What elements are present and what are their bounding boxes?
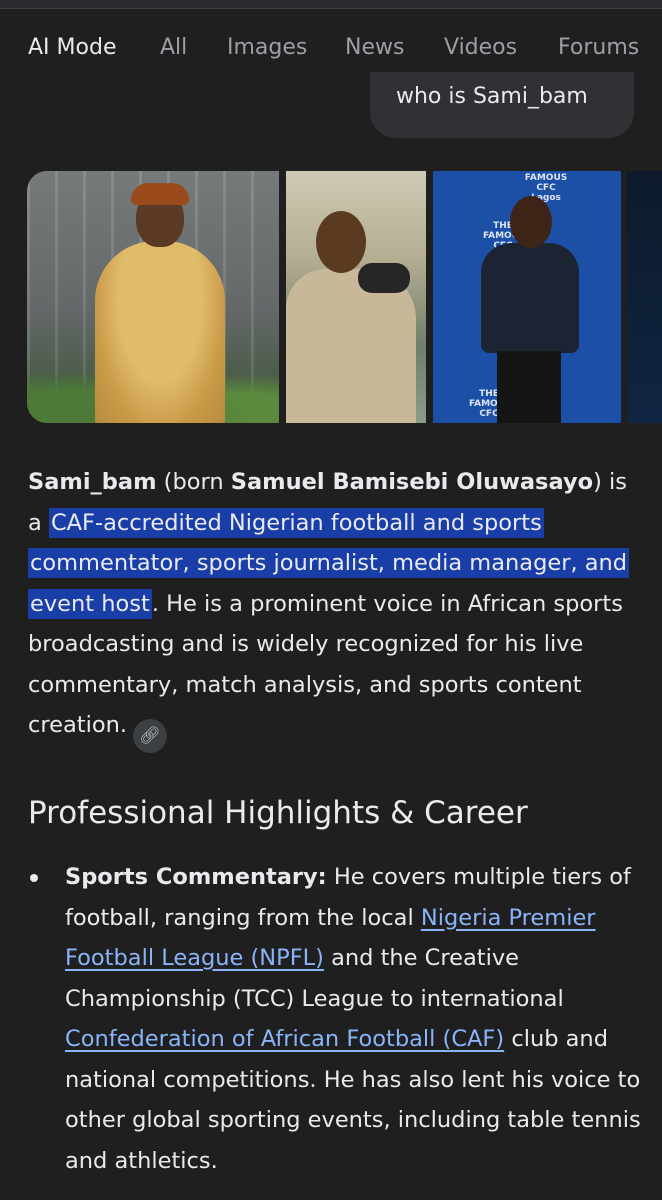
- section-heading: Professional Highlights & Career: [28, 795, 528, 831]
- answer-paragraph: Sami_bam (born Samuel Bamisebi Oluwasayo…: [28, 462, 638, 753]
- person-figure: [481, 243, 579, 353]
- tab-news[interactable]: News: [345, 28, 404, 68]
- answer-text: (born: [156, 469, 231, 495]
- caf-link[interactable]: Confederation of African Football (CAF): [65, 1026, 504, 1052]
- person-head: [510, 196, 552, 248]
- user-query-text: who is Sami_bam: [396, 84, 588, 109]
- tab-forums[interactable]: Forums: [558, 28, 639, 68]
- tab-all[interactable]: All: [160, 28, 187, 68]
- image-result-4[interactable]: [627, 171, 662, 423]
- tab-ai-mode[interactable]: AI Mode: [28, 28, 116, 68]
- link-icon[interactable]: 🔗︎: [133, 719, 168, 753]
- user-query-bubble: who is Sami_bam: [370, 72, 634, 138]
- microphone: [358, 263, 410, 293]
- person-legs: [497, 351, 561, 423]
- subject-name: Sami_bam: [28, 469, 157, 495]
- search-tabs: AI Mode All Images News Videos Forums: [0, 28, 662, 68]
- tab-images[interactable]: Images: [227, 28, 307, 68]
- person-figure: [95, 241, 225, 423]
- tab-videos[interactable]: Videos: [444, 28, 517, 68]
- person-cap: [131, 183, 189, 205]
- top-edge: [0, 0, 662, 9]
- image-result-1[interactable]: [27, 171, 279, 423]
- list-item: Sports Commentary: He covers multiple ti…: [65, 857, 645, 1181]
- bullet-icon: [30, 874, 38, 882]
- bullet-title: Sports Commentary:: [65, 864, 327, 890]
- image-result-2[interactable]: [286, 171, 426, 423]
- subject-full-name: Samuel Bamisebi Oluwasayo: [230, 469, 594, 495]
- person-head: [316, 211, 366, 273]
- image-result-3[interactable]: FAMOUS CFC Lagos THE FAMOUS CFC THE FAMO…: [433, 171, 621, 423]
- bottom-fade: [0, 1176, 662, 1200]
